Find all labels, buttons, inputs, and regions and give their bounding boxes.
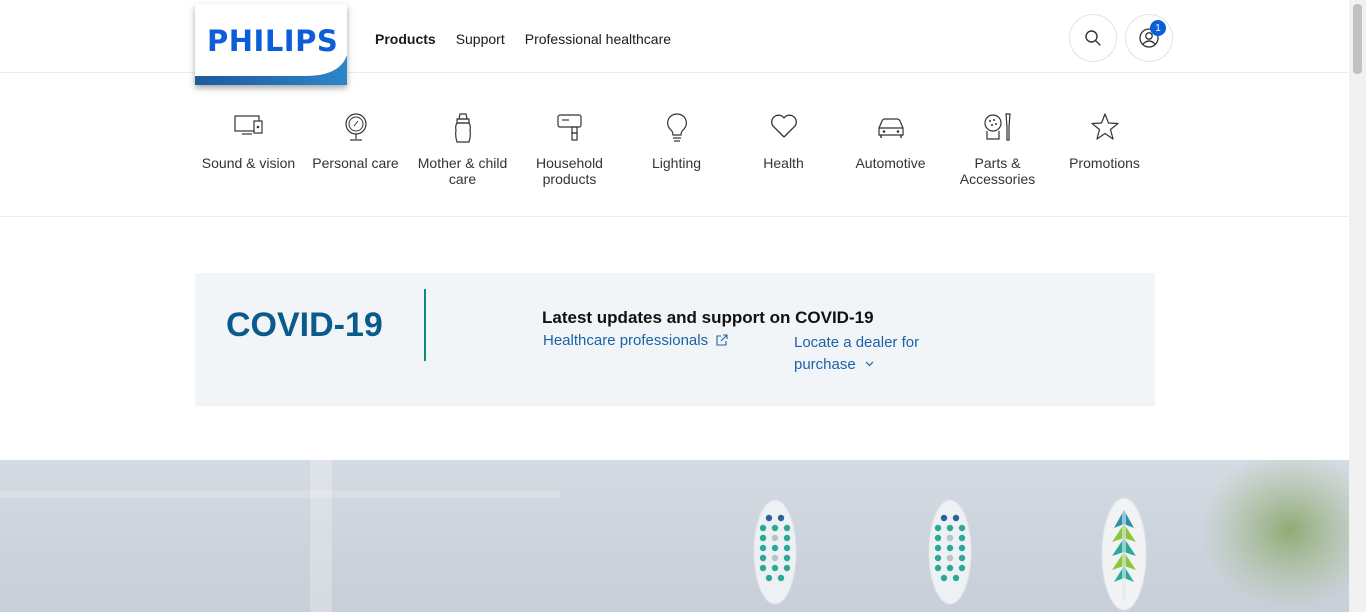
link-label: Healthcare professionals	[543, 332, 709, 349]
site-header: PHILIPS Products Support Professional he…	[0, 0, 1349, 85]
category-label: Household products	[536, 155, 603, 187]
philips-logo[interactable]: PHILIPS	[195, 4, 347, 85]
logo-swoosh	[195, 55, 347, 85]
link-label: Locate a dealer for purchase	[794, 334, 920, 373]
category-label: Health	[763, 155, 804, 171]
search-button[interactable]	[1069, 14, 1117, 62]
top-navigation: Products Support Professional healthcare	[375, 31, 671, 47]
category-label: Lighting	[651, 155, 702, 171]
category-health[interactable]: Health	[730, 112, 837, 187]
external-link-icon	[716, 334, 728, 346]
category-sound-vision[interactable]: Sound & vision	[195, 112, 302, 187]
mirror-icon	[344, 113, 367, 141]
parts-icon	[983, 113, 1011, 141]
covid-heading: Latest updates and support on COVID-19	[542, 308, 874, 327]
category-navigation: Sound & vision Personal care Mother & ch…	[195, 112, 1158, 187]
chevron-down-icon	[865, 361, 874, 367]
category-label: Personal care	[312, 155, 399, 171]
nav-support[interactable]: Support	[456, 31, 505, 47]
nav-professional-healthcare[interactable]: Professional healthcare	[525, 31, 671, 47]
category-mother-child-care[interactable]: Mother & child care	[409, 112, 516, 187]
category-label: Automotive	[855, 155, 926, 171]
category-label: Sound & vision	[201, 155, 296, 171]
mixer-icon	[556, 114, 582, 141]
nav-products[interactable]: Products	[375, 31, 436, 47]
account-badge: 1	[1150, 20, 1166, 36]
page: PHILIPS Products Support Professional he…	[0, 0, 1349, 612]
monitor-icon	[233, 115, 263, 135]
section-divider	[0, 216, 1349, 217]
category-personal-care[interactable]: Personal care	[302, 112, 409, 187]
category-parts-accessories[interactable]: Parts & Accessories	[944, 112, 1051, 187]
heart-icon	[770, 114, 797, 138]
category-lighting[interactable]: Lighting	[623, 112, 730, 187]
star-icon	[1090, 113, 1119, 140]
category-promotions[interactable]: Promotions	[1051, 112, 1158, 187]
locate-dealer-link[interactable]: Locate a dealer for purchase	[794, 332, 934, 376]
covid-title: COVID-19	[226, 306, 383, 344]
category-automotive[interactable]: Automotive	[837, 112, 944, 187]
healthcare-professionals-link[interactable]: Healthcare professionals	[543, 332, 728, 349]
car-icon	[877, 118, 904, 138]
lightbulb-icon	[666, 113, 687, 142]
toothbrush-heads-image	[753, 460, 1349, 611]
search-icon	[1085, 30, 1101, 46]
page-scrollbar[interactable]	[1349, 0, 1366, 612]
category-label: Promotions	[1069, 155, 1140, 171]
category-household-products[interactable]: Household products	[516, 112, 623, 187]
covid-divider	[424, 289, 426, 361]
category-label: Mother & child care	[417, 155, 508, 187]
baby-bottle-icon	[454, 113, 471, 143]
scrollbar-thumb[interactable]	[1353, 4, 1362, 74]
category-label: Parts & Accessories	[959, 155, 1036, 187]
account-button[interactable]: 1	[1125, 14, 1173, 62]
hero-banner-image	[0, 460, 1349, 612]
covid-banner: COVID-19 Latest updates and support on C…	[195, 273, 1155, 406]
